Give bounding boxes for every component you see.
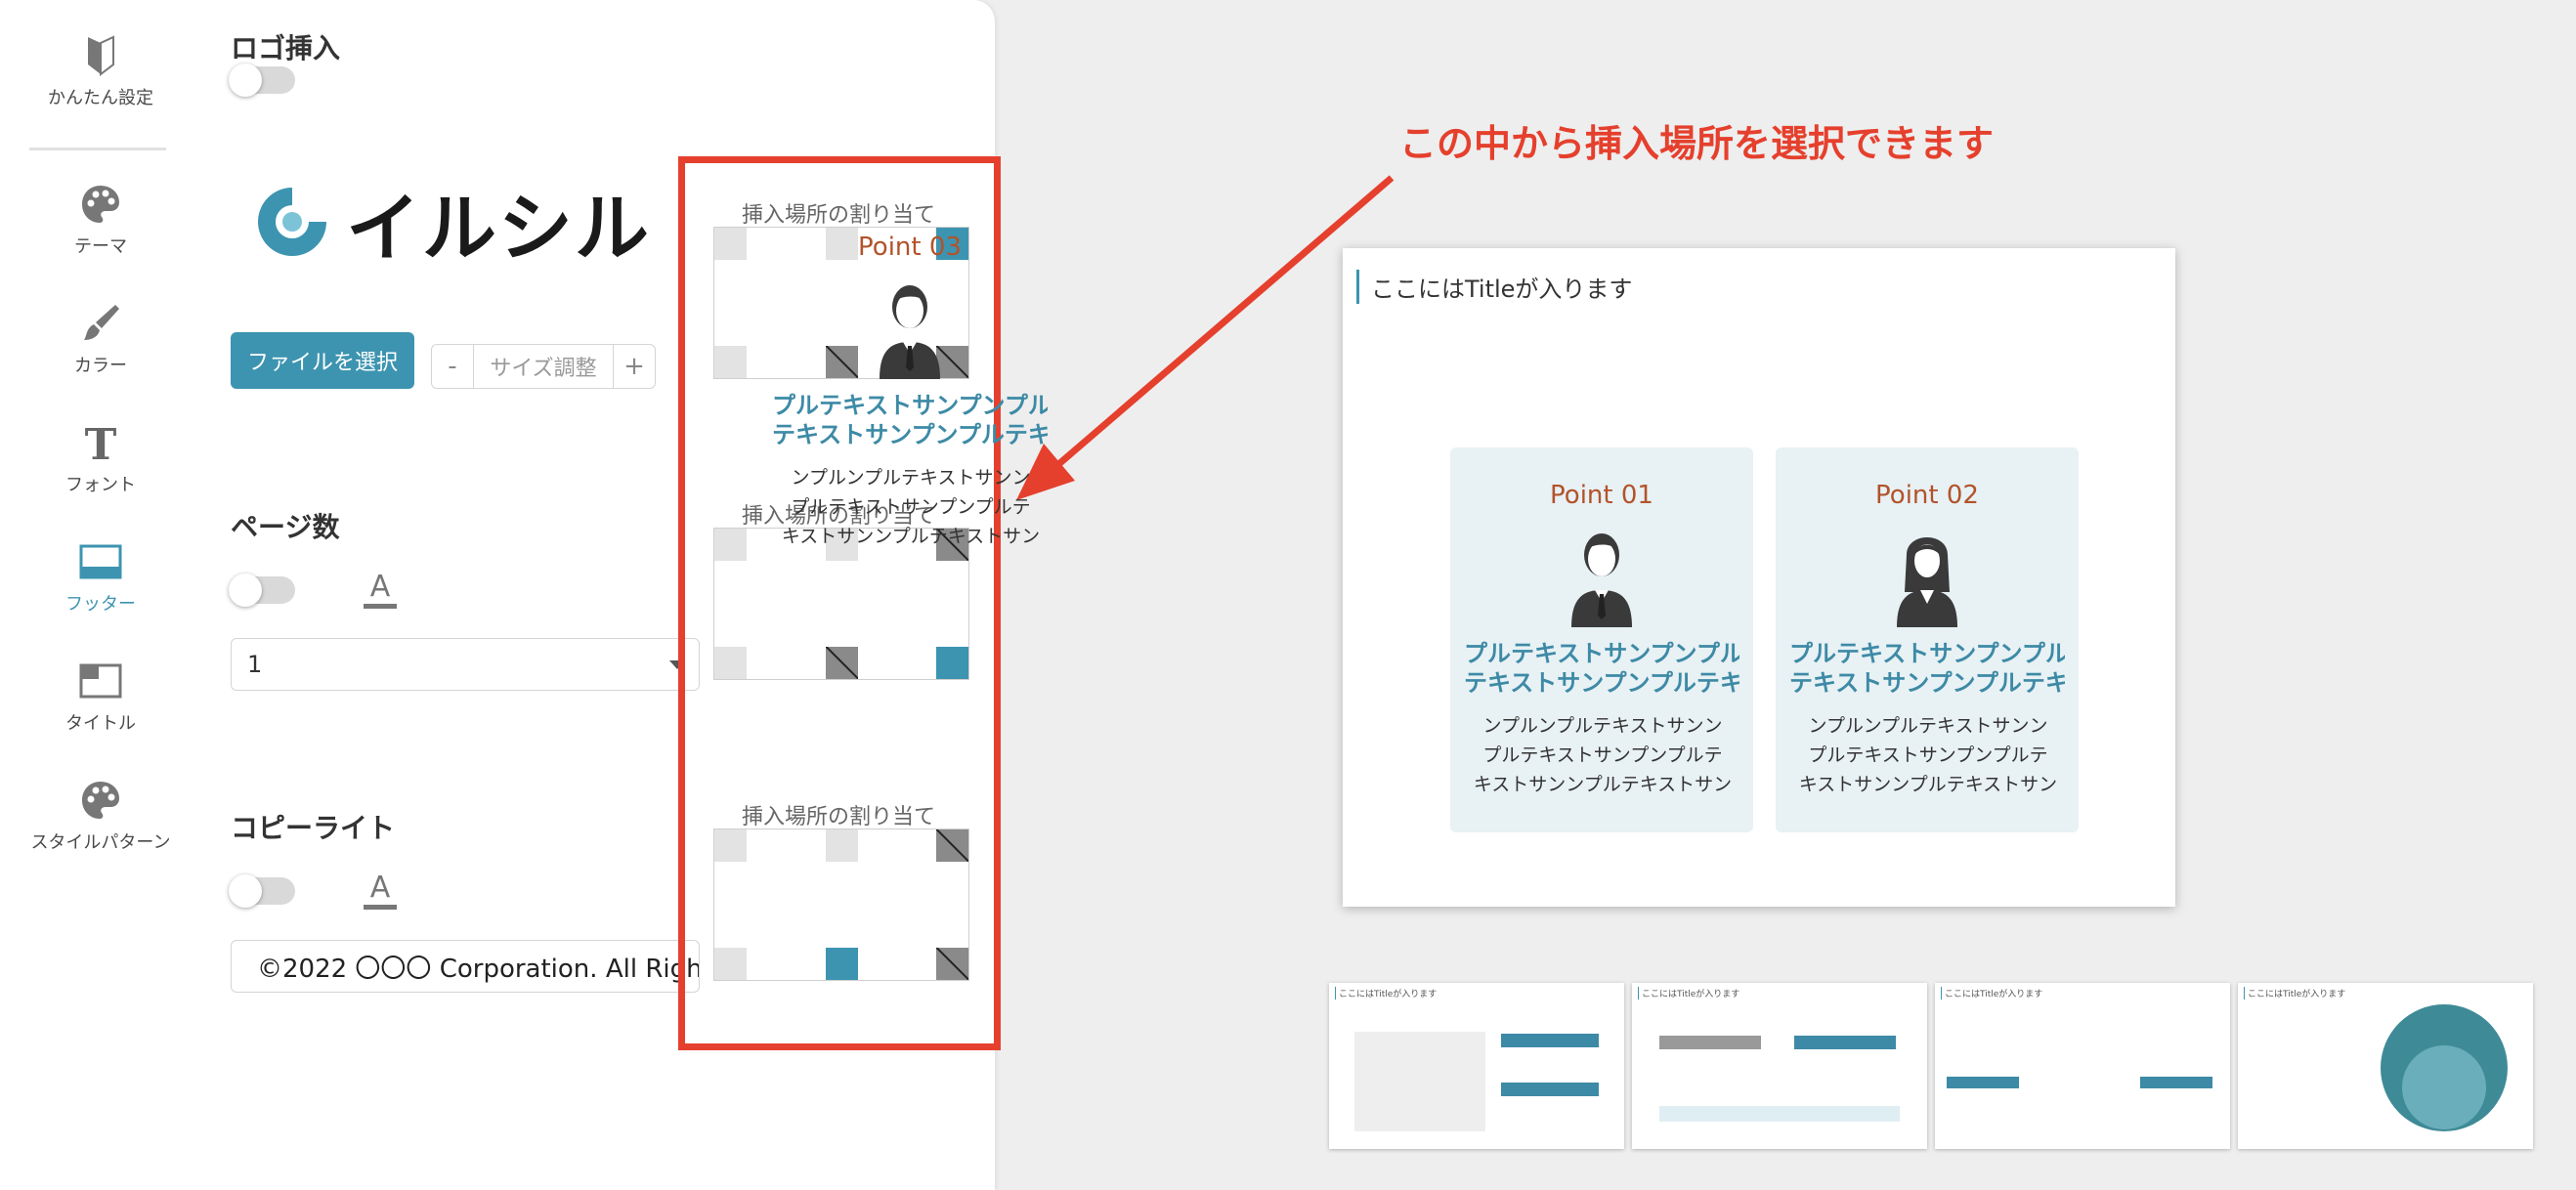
card-heading: プルテキストサンプンプル テキストサンプンプルテキ: [1464, 640, 1739, 697]
logo-toggle[interactable]: [229, 64, 295, 97]
thumbnail-header-bar: [1659, 1036, 1761, 1049]
palette-icon: [82, 782, 119, 819]
slide-thumbnail[interactable]: ここにはTitleが入ります: [1632, 983, 1927, 1149]
businessman-icon: [1571, 533, 1632, 627]
svg-text:T: T: [85, 420, 117, 465]
sidebar-nav: かんたん設定 テーマ カラー T フォント フッター タイトル スタイルパターン: [0, 0, 202, 1190]
nav-item-theme[interactable]: テーマ: [0, 182, 201, 258]
svg-text:A: A: [370, 871, 391, 905]
nav-label: カラー: [74, 356, 127, 376]
slide-thumbnail[interactable]: ここにはTitleが入ります: [1329, 983, 1624, 1149]
nav-label: スタイルパターン: [30, 832, 171, 853]
size-decrease-button[interactable]: -: [432, 352, 473, 381]
nav-item-color[interactable]: カラー: [0, 301, 201, 377]
card-body: ンプルンプルテキストサンン プルテキストサンプンプルテ キストサンンプルテキストサン: [781, 467, 1041, 547]
point-card: Point 02 プルテキストサンプンプル テキストサンプンプルテキ ンプルンプル…: [1776, 447, 2079, 832]
card-body: ンプルンプルテキストサンン プルテキストサンプンプルテ キストサンンプルテキストサン: [1473, 715, 1733, 795]
toggle-knob: [229, 64, 262, 97]
copyright-text-input[interactable]: ©2022 〇〇〇 Corporation. All Rights: [231, 940, 700, 993]
nav-label: フッター: [65, 594, 136, 615]
card-point-label: Point 03: [858, 233, 962, 262]
slide-preview[interactable]: ここにはTitleが入ります Point 01 プルテキストサンプンプル テキスト…: [1343, 248, 2175, 907]
svg-text:A: A: [370, 570, 391, 604]
thumbnail-label-bar: [2140, 1077, 2212, 1088]
nav-label: タイトル: [65, 713, 136, 734]
businesswoman-icon: [1897, 537, 1957, 627]
copyright-toggle[interactable]: [229, 874, 295, 908]
thumbnail-title: ここにはTitleが入ります: [2244, 987, 2345, 999]
card-body: ンプルンプルテキストサンン プルテキストサンプンプルテ キストサンンプルテキストサン: [1798, 715, 2058, 795]
nav-divider: [29, 148, 166, 150]
card-heading: プルテキストサンプンプル テキストサンプンプルテキ: [772, 392, 1048, 448]
illusil-logo-icon: [258, 188, 326, 256]
nav-item-font[interactable]: T フォント: [0, 420, 201, 496]
footer-icon: [79, 544, 122, 579]
thumbnail-label-bar: [1947, 1077, 2019, 1088]
nav-label: かんたん設定: [48, 88, 153, 108]
logo-text: イルシル: [346, 185, 651, 272]
thumbnail-image-area: [1354, 1032, 1485, 1131]
nav-label: テーマ: [74, 236, 127, 257]
thumbnail-heading-bar: [1501, 1034, 1599, 1047]
size-increase-button[interactable]: +: [614, 352, 655, 381]
page-number-toggle[interactable]: [229, 574, 295, 607]
font-icon: T: [85, 420, 117, 465]
logo-section-title: ロゴ挿入: [231, 32, 341, 64]
palette-icon: [82, 186, 119, 223]
card-heading: プルテキストサンプンプル テキストサンプンプルテキ: [1789, 640, 2065, 697]
page-number-select[interactable]: 1: [231, 638, 700, 691]
thumbnail-footer-bar: [1659, 1106, 1900, 1122]
thumbnail-circle-inner: [2402, 1045, 2486, 1129]
annotation-highlight-box: [678, 156, 1001, 1050]
nav-item-easy-setup[interactable]: かんたん設定: [0, 33, 201, 109]
size-adjust-control: - サイズ調整 +: [431, 344, 656, 389]
slide-thumbnail[interactable]: ここにはTitleが入ります: [1935, 983, 2230, 1149]
copyright-section-title: コピーライト: [231, 812, 396, 844]
point-card: Point 01 プルテキストサンプンプル テキストサンプンプルテキ ンプルンプル…: [1450, 447, 1753, 832]
thumbnail-heading-bar: [1501, 1083, 1599, 1096]
thumbnail-title: ここにはTitleが入ります: [1638, 987, 1739, 999]
thumbnail-title: ここにはTitleが入ります: [1941, 987, 2042, 999]
font-color-icon[interactable]: A: [362, 868, 399, 913]
size-adjust-input[interactable]: サイズ調整: [473, 345, 614, 388]
annotation-text: この中から挿入場所を選択できます: [1399, 122, 1995, 165]
thumbnail-title: ここにはTitleが入ります: [1335, 987, 1437, 999]
card-point-label: Point 01: [1550, 481, 1653, 510]
brand-logo: イルシル: [252, 168, 651, 276]
card-point-label: Point 02: [1875, 481, 1979, 510]
slide-title: ここにはTitleが入ります: [1356, 270, 1632, 304]
nav-label: フォント: [65, 475, 136, 495]
title-icon: [79, 663, 122, 699]
toggle-knob: [229, 574, 262, 607]
select-value: 1: [247, 651, 263, 678]
businessman-icon: [880, 285, 940, 379]
thumbnail-header-bar: [1794, 1036, 1896, 1049]
toggle-knob: [229, 874, 262, 908]
nav-item-style-pattern[interactable]: スタイルパターン: [0, 778, 201, 854]
nav-item-title[interactable]: タイトル: [0, 659, 201, 735]
page-number-section-title: ページ数: [231, 511, 340, 543]
beginner-mark-icon: [88, 35, 114, 77]
nav-item-footer[interactable]: フッター: [0, 539, 201, 616]
font-color-icon[interactable]: A: [362, 567, 399, 612]
slide-thumbnail[interactable]: ここにはTitleが入ります: [2238, 983, 2533, 1149]
choose-file-button[interactable]: ファイルを選択: [231, 332, 414, 389]
brush-icon: [84, 305, 119, 340]
